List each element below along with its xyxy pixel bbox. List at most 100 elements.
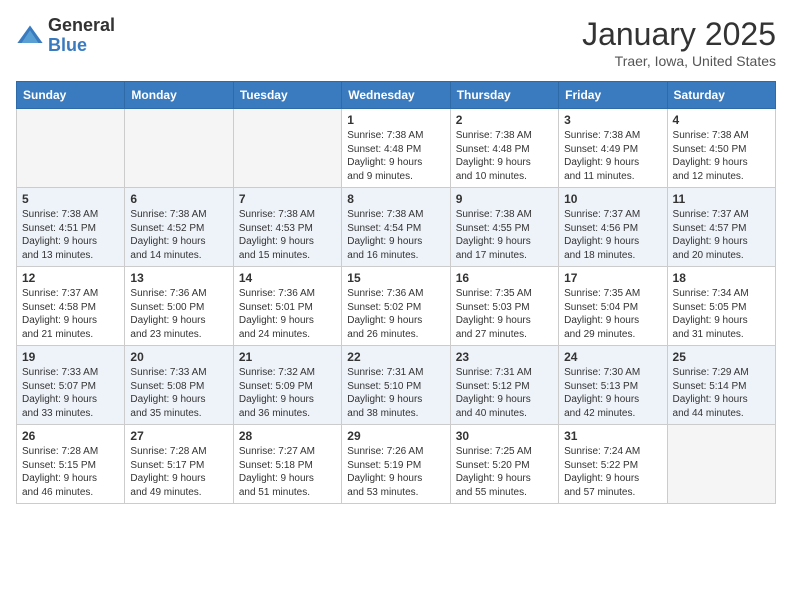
cell-info: Sunrise: 7:31 AM Sunset: 5:10 PM Dayligh… — [347, 366, 444, 420]
cell-info: Sunrise: 7:38 AM Sunset: 4:51 PM Dayligh… — [22, 208, 119, 262]
calendar-cell: 28Sunrise: 7:27 AM Sunset: 5:18 PM Dayli… — [233, 425, 341, 504]
weekday-header-thursday: Thursday — [450, 82, 558, 109]
day-number: 24 — [564, 350, 661, 364]
calendar-cell: 1 Sunrise: 7:38 AM Sunset: 4:48 PM Daylig… — [342, 109, 450, 188]
calendar-cell: 11 Sunrise: 7:37 AM Sunset: 4:57 PM Dayli… — [667, 188, 775, 267]
day-number: 19 — [22, 350, 119, 364]
day-number: 23 — [456, 350, 553, 364]
calendar-week-row: 1 Sunrise: 7:38 AM Sunset: 4:48 PM Daylig… — [17, 109, 776, 188]
cell-info: Sunrise: 7:35 AM Sunset: 5:03 PM Dayligh… — [456, 287, 553, 341]
calendar-cell: 30 Sunrise: 7:25 AM Sunset: 5:20 PM Dayli… — [450, 425, 558, 504]
cell-info: Sunrise: 7:24 AM Sunset: 5:22 PM Dayligh… — [564, 445, 661, 499]
logo-general-text: General — [48, 16, 115, 36]
cell-info: Sunrise: 7:26 AM Sunset: 5:19 PM Dayligh… — [347, 445, 444, 499]
cell-info: Sunrise: 7:36 AM Sunset: 5:00 PM Dayligh… — [130, 287, 227, 341]
month-title: January 2025 — [582, 16, 776, 53]
day-number: 18 — [673, 271, 770, 285]
cell-info: Sunrise: 7:38 AM Sunset: 4:50 PM Dayligh… — [673, 129, 770, 183]
calendar-table: SundayMondayTuesdayWednesdayThursdayFrid… — [16, 81, 776, 504]
cell-info: Sunrise: 7:34 AM Sunset: 5:05 PM Dayligh… — [673, 287, 770, 341]
cell-info: Sunrise: 7:37 AM Sunset: 4:58 PM Dayligh… — [22, 287, 119, 341]
weekday-header-friday: Friday — [559, 82, 667, 109]
calendar-cell: 12 Sunrise: 7:37 AM Sunset: 4:58 PM Dayli… — [17, 267, 125, 346]
cell-info: Sunrise: 7:36 AM Sunset: 5:02 PM Dayligh… — [347, 287, 444, 341]
weekday-header-wednesday: Wednesday — [342, 82, 450, 109]
calendar-cell — [125, 109, 233, 188]
calendar-cell: 7Sunrise: 7:38 AM Sunset: 4:53 PM Daylig… — [233, 188, 341, 267]
day-number: 22 — [347, 350, 444, 364]
calendar-cell: 3Sunrise: 7:38 AM Sunset: 4:49 PM Daylig… — [559, 109, 667, 188]
day-number: 14 — [239, 271, 336, 285]
logo: General Blue — [16, 16, 115, 56]
day-number: 10 — [564, 192, 661, 206]
day-number: 5 — [22, 192, 119, 206]
day-number: 26 — [22, 429, 119, 443]
calendar-week-row: 26 Sunrise: 7:28 AM Sunset: 5:15 PM Dayli… — [17, 425, 776, 504]
calendar-cell: 17 Sunrise: 7:35 AM Sunset: 5:04 PM Dayli… — [559, 267, 667, 346]
cell-info: Sunrise: 7:33 AM Sunset: 5:07 PM Dayligh… — [22, 366, 119, 420]
cell-info: Sunrise: 7:32 AM Sunset: 5:09 PM Dayligh… — [239, 366, 336, 420]
calendar-week-row: 5 Sunrise: 7:38 AM Sunset: 4:51 PM Daylig… — [17, 188, 776, 267]
cell-info: Sunrise: 7:28 AM Sunset: 5:15 PM Dayligh… — [22, 445, 119, 499]
calendar-cell: 31Sunrise: 7:24 AM Sunset: 5:22 PM Dayli… — [559, 425, 667, 504]
weekday-header-row: SundayMondayTuesdayWednesdayThursdayFrid… — [17, 82, 776, 109]
calendar-cell: 16 Sunrise: 7:35 AM Sunset: 5:03 PM Dayli… — [450, 267, 558, 346]
cell-info: Sunrise: 7:31 AM Sunset: 5:12 PM Dayligh… — [456, 366, 553, 420]
calendar-cell: 20 Sunrise: 7:33 AM Sunset: 5:08 PM Dayli… — [125, 346, 233, 425]
calendar-cell — [17, 109, 125, 188]
calendar-cell: 26 Sunrise: 7:28 AM Sunset: 5:15 PM Dayli… — [17, 425, 125, 504]
calendar-cell — [667, 425, 775, 504]
day-number: 11 — [673, 192, 770, 206]
day-number: 25 — [673, 350, 770, 364]
calendar-cell — [233, 109, 341, 188]
calendar-cell: 25Sunrise: 7:29 AM Sunset: 5:14 PM Dayli… — [667, 346, 775, 425]
logo-text: General Blue — [48, 16, 115, 56]
cell-info: Sunrise: 7:28 AM Sunset: 5:17 PM Dayligh… — [130, 445, 227, 499]
day-number: 17 — [564, 271, 661, 285]
cell-info: Sunrise: 7:37 AM Sunset: 4:56 PM Dayligh… — [564, 208, 661, 262]
cell-info: Sunrise: 7:35 AM Sunset: 5:04 PM Dayligh… — [564, 287, 661, 341]
calendar-cell: 6Sunrise: 7:38 AM Sunset: 4:52 PM Daylig… — [125, 188, 233, 267]
cell-info: Sunrise: 7:25 AM Sunset: 5:20 PM Dayligh… — [456, 445, 553, 499]
weekday-header-tuesday: Tuesday — [233, 82, 341, 109]
day-number: 20 — [130, 350, 227, 364]
page-header: General Blue January 2025 Traer, Iowa, U… — [16, 16, 776, 69]
day-number: 7 — [239, 192, 336, 206]
calendar-cell: 21Sunrise: 7:32 AM Sunset: 5:09 PM Dayli… — [233, 346, 341, 425]
cell-info: Sunrise: 7:36 AM Sunset: 5:01 PM Dayligh… — [239, 287, 336, 341]
day-number: 12 — [22, 271, 119, 285]
calendar-cell: 19 Sunrise: 7:33 AM Sunset: 5:07 PM Dayli… — [17, 346, 125, 425]
logo-blue-text: Blue — [48, 36, 115, 56]
logo-icon — [16, 22, 44, 50]
cell-info: Sunrise: 7:38 AM Sunset: 4:54 PM Dayligh… — [347, 208, 444, 262]
day-number: 13 — [130, 271, 227, 285]
day-number: 15 — [347, 271, 444, 285]
cell-info: Sunrise: 7:38 AM Sunset: 4:49 PM Dayligh… — [564, 129, 661, 183]
calendar-cell: 4Sunrise: 7:38 AM Sunset: 4:50 PM Daylig… — [667, 109, 775, 188]
calendar-cell: 2Sunrise: 7:38 AM Sunset: 4:48 PM Daylig… — [450, 109, 558, 188]
calendar-cell: 24 Sunrise: 7:30 AM Sunset: 5:13 PM Dayli… — [559, 346, 667, 425]
calendar-cell: 27 Sunrise: 7:28 AM Sunset: 5:17 PM Dayli… — [125, 425, 233, 504]
day-number: 1 — [347, 113, 444, 127]
day-number: 30 — [456, 429, 553, 443]
day-number: 27 — [130, 429, 227, 443]
weekday-header-monday: Monday — [125, 82, 233, 109]
calendar-cell: 23 Sunrise: 7:31 AM Sunset: 5:12 PM Dayli… — [450, 346, 558, 425]
cell-info: Sunrise: 7:38 AM Sunset: 4:48 PM Dayligh… — [347, 129, 444, 183]
cell-info: Sunrise: 7:33 AM Sunset: 5:08 PM Dayligh… — [130, 366, 227, 420]
cell-info: Sunrise: 7:27 AM Sunset: 5:18 PM Dayligh… — [239, 445, 336, 499]
day-number: 2 — [456, 113, 553, 127]
day-number: 6 — [130, 192, 227, 206]
cell-info: Sunrise: 7:30 AM Sunset: 5:13 PM Dayligh… — [564, 366, 661, 420]
calendar-cell: 14 Sunrise: 7:36 AM Sunset: 5:01 PM Dayli… — [233, 267, 341, 346]
weekday-header-sunday: Sunday — [17, 82, 125, 109]
title-block: January 2025 Traer, Iowa, United States — [582, 16, 776, 69]
location-title: Traer, Iowa, United States — [582, 53, 776, 69]
calendar-cell: 18 Sunrise: 7:34 AM Sunset: 5:05 PM Dayli… — [667, 267, 775, 346]
calendar-cell: 29Sunrise: 7:26 AM Sunset: 5:19 PM Dayli… — [342, 425, 450, 504]
day-number: 9 — [456, 192, 553, 206]
day-number: 16 — [456, 271, 553, 285]
calendar-cell: 22 Sunrise: 7:31 AM Sunset: 5:10 PM Dayli… — [342, 346, 450, 425]
cell-info: Sunrise: 7:37 AM Sunset: 4:57 PM Dayligh… — [673, 208, 770, 262]
day-number: 8 — [347, 192, 444, 206]
